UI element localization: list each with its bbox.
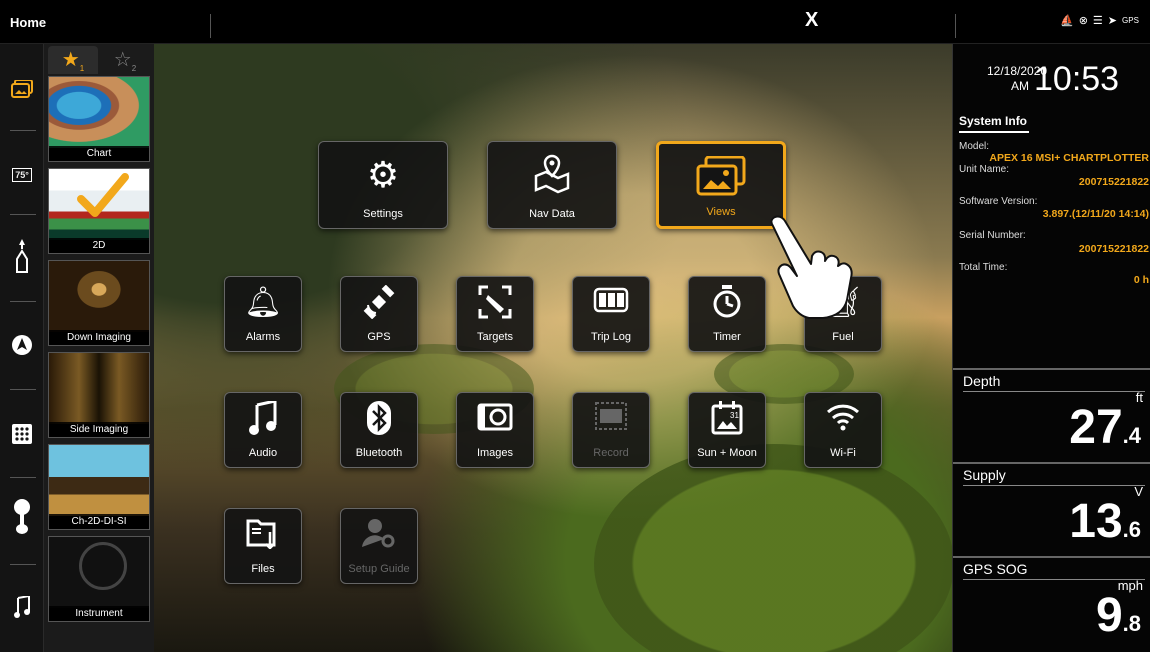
compass-rail-icon[interactable]: [0, 334, 44, 362]
home-screen: Home X ⛵ ⊗ ☰ ➤ GPS 75° ★1 ☆2 Chart 2D Do…: [0, 0, 1150, 652]
images-tile[interactable]: Images: [456, 392, 534, 468]
favorite-view-combo[interactable]: Ch-2D-DI-SI: [48, 444, 150, 530]
ampm-text: AM: [1011, 79, 1029, 93]
settings-tile[interactable]: ⚙ Settings: [318, 141, 448, 229]
status-icons: ⛵ ⊗ ☰ ➤ GPS: [1060, 14, 1139, 27]
favorite-view-chart[interactable]: Chart: [48, 76, 150, 162]
compass-status-icon: ⊗: [1078, 15, 1088, 27]
apps-grid-icon[interactable]: [0, 424, 44, 450]
files-tile[interactable]: Files: [224, 508, 302, 584]
checkmark-icon: [77, 173, 129, 217]
unit-name-label: Unit Name:: [959, 164, 1010, 175]
depth-gauge[interactable]: Depth ft 27.4: [953, 368, 1150, 460]
datetime-display: 12/18/2020 AM 10:53: [953, 44, 1150, 106]
satellite-icon: [341, 284, 417, 327]
star-filled-icon: ★: [61, 49, 80, 71]
model-value: APEX 16 MSI+ CHARTPLOTTER: [989, 152, 1149, 164]
audio-rail-icon[interactable]: [0, 594, 44, 624]
gear-icon: ⚙: [366, 154, 400, 195]
combo-thumbnail: [49, 445, 149, 516]
rail-divider: [10, 477, 36, 478]
top-divider: [955, 14, 956, 38]
total-time-label: Total Time:: [959, 262, 1008, 273]
close-button[interactable]: X: [805, 9, 818, 32]
favorite-view-2d[interactable]: 2D: [48, 168, 150, 254]
side-imaging-thumbnail: [49, 353, 149, 424]
bluetooth-tile[interactable]: Bluetooth: [340, 392, 418, 468]
folder-icon: [225, 517, 301, 557]
user-gear-icon: [341, 517, 417, 557]
bluetooth-icon: [341, 401, 417, 443]
calendar-icon: 31: [689, 401, 765, 443]
rail-divider: [10, 564, 36, 565]
chart-thumbnail: [49, 77, 149, 148]
camera-icon: [457, 401, 533, 439]
targets-tile[interactable]: Targets: [456, 276, 534, 352]
supply-gauge[interactable]: Supply V 13.6: [953, 462, 1150, 554]
unit-name-value: 200715221822: [1078, 176, 1149, 188]
record-tile[interactable]: Record: [572, 392, 650, 468]
setup-guide-tile[interactable]: Setup Guide: [340, 508, 418, 584]
map-pin-icon: [488, 154, 616, 203]
star-outline-icon: ☆: [113, 49, 132, 71]
top-divider: [210, 14, 211, 38]
alarms-tile[interactable]: 🔔︎ Alarms: [224, 276, 302, 352]
total-time-value: 0 h: [1133, 274, 1149, 286]
stopwatch-icon: [689, 285, 765, 327]
system-info-title: System Info: [959, 114, 1028, 128]
instrument-thumbnail: [49, 537, 149, 608]
system-info-underline: [959, 131, 1029, 133]
left-rail: 75°: [0, 44, 44, 652]
serial-value: 200715221822: [1078, 243, 1149, 255]
model-label: Model:: [959, 141, 990, 152]
boat-profile-icon[interactable]: [0, 239, 44, 279]
time-text: 10:53: [1034, 60, 1120, 98]
music-note-icon: [225, 399, 301, 443]
rail-divider: [10, 301, 36, 302]
rail-divider: [10, 389, 36, 390]
odometer-icon: [573, 285, 649, 323]
page-title: Home: [10, 15, 47, 30]
anchor-status-icon: ☰: [1092, 15, 1103, 27]
wifi-tile[interactable]: Wi-Fi: [804, 392, 882, 468]
favorites-panel: ★1 ☆2 Chart 2D Down Imaging Side Imaging…: [44, 44, 154, 652]
favorites-tabs: ★1 ☆2: [44, 44, 154, 74]
temperature-rail-icon[interactable]: 75°: [0, 162, 44, 184]
timer-tile[interactable]: Timer: [688, 276, 766, 352]
sun-moon-tile[interactable]: 31 Sun + Moon: [688, 392, 766, 468]
serial-label: Serial Number:: [959, 230, 1026, 241]
favorite-view-side-imaging[interactable]: Side Imaging: [48, 352, 150, 438]
gps-sog-gauge[interactable]: GPS SOG mph 9.8: [953, 556, 1150, 648]
nav-status-icon: ➤: [1107, 15, 1118, 27]
svg-text:31: 31: [730, 411, 739, 420]
down-imaging-thumbnail: [49, 261, 149, 332]
rail-divider: [10, 130, 36, 131]
favorite-view-instrument[interactable]: Instrument: [48, 536, 150, 622]
software-value: 3.897.(12/11/20 14:14): [1042, 208, 1149, 220]
trip-log-tile[interactable]: Trip Log: [572, 276, 650, 352]
lily-pad: [594, 444, 954, 652]
boat-status-icon: ⛵: [1060, 15, 1074, 27]
software-label: Software Version:: [959, 196, 1038, 207]
record-icon: [573, 401, 649, 439]
views-icon: [659, 155, 783, 205]
favorites-tab-1[interactable]: ★1: [48, 46, 98, 74]
hand-pointer-icon: [770, 215, 853, 319]
top-bar: Home X ⛵ ⊗ ☰ ➤ GPS: [0, 0, 1150, 44]
favorite-view-down-imaging[interactable]: Down Imaging: [48, 260, 150, 346]
system-info-panel: 12/18/2020 AM 10:53 System Info Model: A…: [952, 44, 1150, 652]
rail-divider: [10, 214, 36, 215]
trolling-motor-icon[interactable]: [0, 499, 44, 541]
target-boat-icon: [457, 285, 533, 327]
views-rail-icon[interactable]: [0, 79, 44, 104]
wifi-icon: [805, 401, 881, 439]
bell-icon: 🔔︎: [243, 286, 283, 319]
favorites-tab-2[interactable]: ☆2: [100, 46, 150, 74]
nav-data-tile[interactable]: Nav Data: [487, 141, 617, 229]
gps-tile[interactable]: GPS: [340, 276, 418, 352]
gps-status-icon: GPS: [1122, 16, 1139, 25]
audio-tile[interactable]: Audio: [224, 392, 302, 468]
